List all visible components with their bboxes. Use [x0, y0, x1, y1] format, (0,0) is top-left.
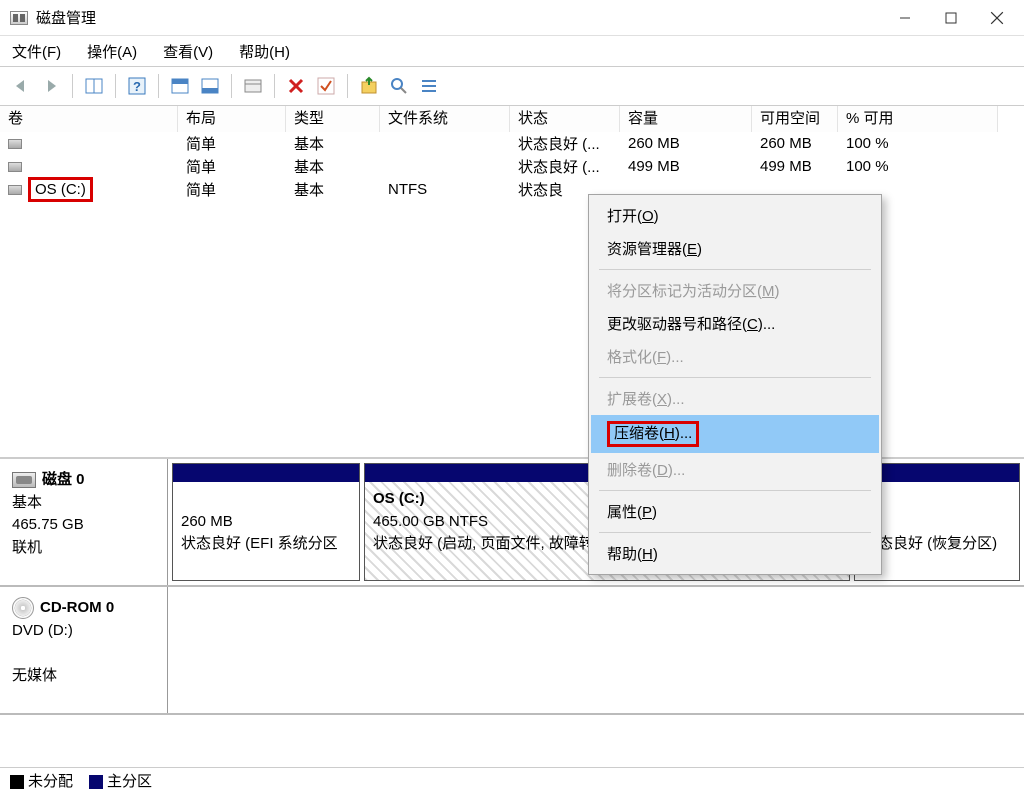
menu-view[interactable]: 查看(V): [159, 39, 217, 64]
view-top-icon[interactable]: [167, 73, 193, 99]
volume-fs: [380, 142, 510, 146]
volume-free: [752, 188, 838, 192]
col-percent[interactable]: % 可用: [838, 106, 998, 132]
app-icon: [10, 11, 28, 25]
col-filesystem[interactable]: 文件系统: [380, 106, 510, 132]
volume-size: 260 MB: [620, 133, 752, 154]
volume-list-header: 卷 布局 类型 文件系统 状态 容量 可用空间 % 可用: [0, 106, 1024, 132]
legend-primary: 主分区: [107, 773, 152, 790]
col-layout[interactable]: 布局: [178, 106, 286, 132]
volume-layout: 简单: [178, 131, 286, 156]
cm-change-drive[interactable]: 更改驱动器号和路径(C)...: [591, 307, 879, 340]
legend-unallocated: 未分配: [28, 773, 73, 790]
nav-back-button[interactable]: [8, 73, 34, 99]
col-status[interactable]: 状态: [510, 106, 620, 132]
volume-layout: 简单: [178, 154, 286, 179]
cm-delete: 删除卷(D)...: [591, 453, 879, 486]
nav-forward-button[interactable]: [38, 73, 64, 99]
volume-pct: [838, 188, 998, 192]
cm-explorer[interactable]: 资源管理器(E): [591, 232, 879, 265]
toolbar: ?: [0, 66, 1024, 106]
legend-swatch-primary: [89, 775, 103, 789]
cd-info-box[interactable]: CD-ROM 0 DVD (D:) 无媒体: [0, 587, 168, 713]
cd-icon: [12, 597, 34, 619]
view-bottom-icon[interactable]: [197, 73, 223, 99]
volume-layout: 简单: [178, 177, 286, 202]
col-free[interactable]: 可用空间: [752, 106, 838, 132]
partition-efi[interactable]: 260 MB 状态良好 (EFI 系统分区: [172, 463, 360, 581]
volume-pct: 100 %: [838, 133, 998, 154]
cd-title: CD-ROM 0: [40, 597, 114, 620]
cm-extend: 扩展卷(X)...: [591, 382, 879, 415]
volume-type: 基本: [286, 131, 380, 156]
window-title: 磁盘管理: [36, 7, 882, 28]
volume-status: 状态良好 (...: [510, 131, 620, 156]
partition-header: [173, 464, 359, 482]
cd-subtitle: DVD (D:): [12, 620, 155, 643]
col-size[interactable]: 容量: [620, 106, 752, 132]
window-controls: [882, 2, 1020, 34]
partition-status: 状态良好 (恢复分区): [863, 533, 1011, 556]
menu-operate[interactable]: 操作(A): [83, 39, 141, 64]
disk-info-box[interactable]: 磁盘 0 基本 465.75 GB 联机: [0, 459, 168, 585]
volume-fs: [380, 165, 510, 169]
volume-status: 状态良好 (...: [510, 154, 620, 179]
volume-row[interactable]: 简单 基本 状态良好 (... 260 MB 260 MB 100 %: [0, 132, 1024, 155]
volume-icon: [8, 162, 22, 172]
volume-icon: [8, 139, 22, 149]
volume-size: [620, 188, 752, 192]
volume-size: 499 MB: [620, 156, 752, 177]
volume-pct: 100 %: [838, 156, 998, 177]
disk-title: 磁盘 0: [42, 469, 85, 492]
cd-state: 无媒体: [12, 665, 155, 688]
cm-help[interactable]: 帮助(H): [591, 537, 879, 570]
cm-shrink[interactable]: 压缩卷(H)...: [591, 415, 879, 453]
col-type[interactable]: 类型: [286, 106, 380, 132]
help-icon[interactable]: ?: [124, 73, 150, 99]
properties-icon[interactable]: [240, 73, 266, 99]
check-icon[interactable]: [313, 73, 339, 99]
close-button[interactable]: [974, 2, 1020, 34]
disk-row-cd: CD-ROM 0 DVD (D:) 无媒体: [0, 587, 1024, 715]
legend-swatch-unallocated: [10, 775, 24, 789]
disk-icon: [12, 472, 36, 488]
partition-size: 260 MB: [181, 511, 351, 534]
disk-type: 基本: [12, 492, 155, 515]
cm-mark-active: 将分区标记为活动分区(M): [591, 274, 879, 307]
legend: 未分配 主分区: [0, 767, 1024, 793]
volume-type: 基本: [286, 177, 380, 202]
volume-icon: [8, 185, 22, 195]
delete-icon[interactable]: [283, 73, 309, 99]
export-icon[interactable]: [356, 73, 382, 99]
menu-bar: 文件(F) 操作(A) 查看(V) 帮助(H): [0, 36, 1024, 66]
minimize-button[interactable]: [882, 2, 928, 34]
search-icon[interactable]: [386, 73, 412, 99]
partition-status: 状态良好 (EFI 系统分区: [181, 533, 351, 556]
disk-state: 联机: [12, 537, 155, 560]
cm-open[interactable]: 打开(O): [591, 199, 879, 232]
maximize-button[interactable]: [928, 2, 974, 34]
col-volume[interactable]: 卷: [0, 106, 178, 132]
volume-fs: NTFS: [380, 179, 510, 200]
volume-free: 499 MB: [752, 156, 838, 177]
volume-free: 260 MB: [752, 133, 838, 154]
cm-format: 格式化(F)...: [591, 340, 879, 373]
cm-properties[interactable]: 属性(P): [591, 495, 879, 528]
menu-file[interactable]: 文件(F): [8, 39, 65, 64]
title-bar: 磁盘管理: [0, 0, 1024, 36]
view-split-icon[interactable]: [81, 73, 107, 99]
list-icon[interactable]: [416, 73, 442, 99]
context-menu: 打开(O) 资源管理器(E) 将分区标记为活动分区(M) 更改驱动器号和路径(C…: [588, 194, 882, 575]
menu-help[interactable]: 帮助(H): [235, 39, 294, 64]
volume-name: OS (C:): [35, 181, 86, 198]
volume-type: 基本: [286, 154, 380, 179]
svg-text:?: ?: [133, 79, 141, 94]
disk-size: 465.75 GB: [12, 514, 155, 537]
